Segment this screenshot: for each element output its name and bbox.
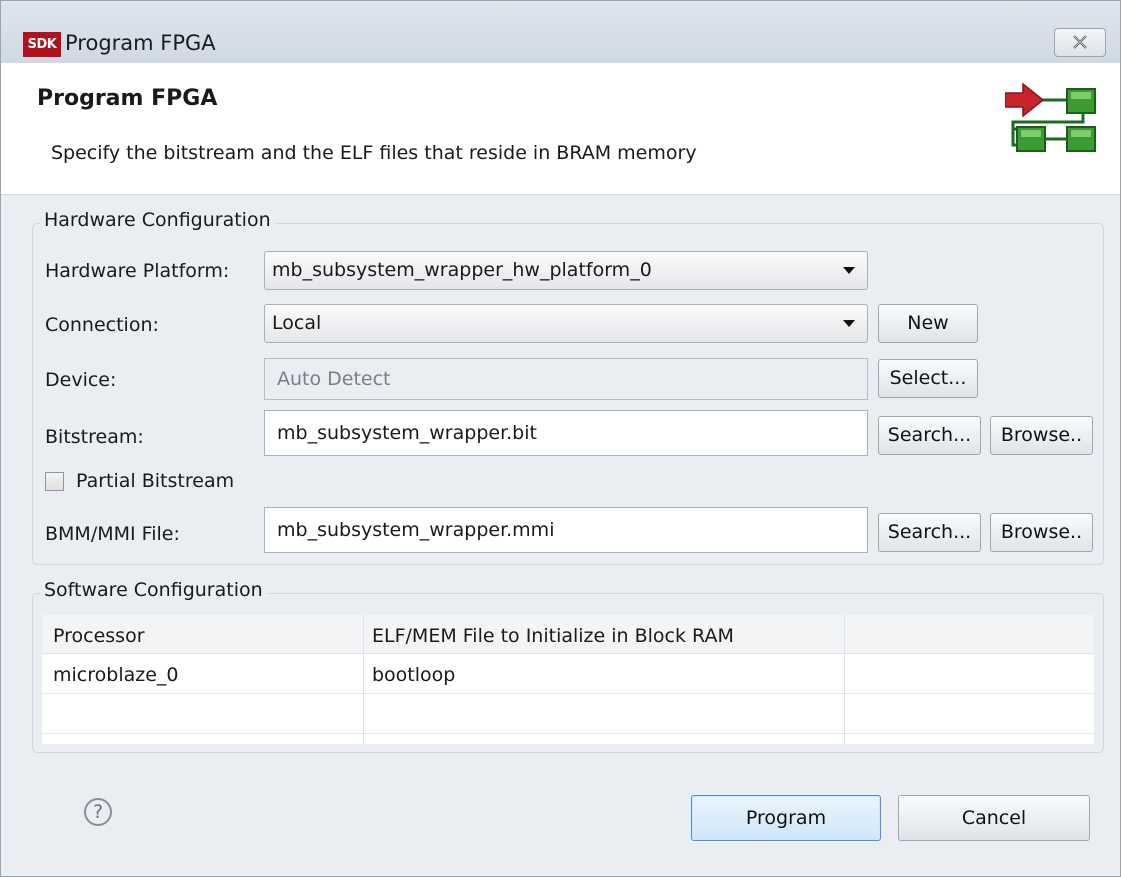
column-divider [844, 615, 845, 744]
chevron-down-icon [843, 267, 855, 274]
window-title: Program FPGA [65, 31, 216, 55]
processor-elf-table[interactable]: Processor ELF/MEM File to Initialize in … [42, 615, 1094, 744]
hardware-configuration-label: Hardware Configuration [40, 209, 275, 231]
sdk-app-icon: SDK [23, 32, 61, 57]
bitstream-label: Bitstream: [45, 426, 144, 448]
partial-bitstream-checkbox[interactable] [45, 472, 64, 491]
column-header-processor[interactable]: Processor [53, 625, 145, 647]
cancel-button[interactable]: Cancel [898, 795, 1090, 841]
column-divider [363, 615, 364, 744]
hardware-platform-dropdown[interactable]: mb_subsystem_wrapper_hw_platform_0 [264, 251, 868, 290]
dialog-header: Program FPGA Specify the bitstream and t… [1, 63, 1120, 195]
row-divider [42, 693, 1094, 694]
software-configuration-label: Software Configuration [40, 579, 267, 601]
close-icon [1072, 32, 1088, 54]
column-header-elf-file[interactable]: ELF/MEM File to Initialize in Block RAM [372, 625, 734, 647]
page-title: Program FPGA [37, 86, 218, 111]
close-button[interactable] [1054, 28, 1106, 57]
bitstream-search-button[interactable]: Search... [878, 416, 981, 455]
help-icon[interactable]: ? [84, 798, 112, 826]
bmm-search-button[interactable]: Search... [878, 513, 981, 552]
bmm-mmi-file-label: BMM/MMI File: [45, 523, 180, 545]
chevron-down-icon [843, 320, 855, 327]
connection-value: Local [272, 312, 322, 334]
partial-bitstream-label[interactable]: Partial Bitstream [76, 470, 234, 492]
row-divider [42, 733, 1094, 734]
page-description: Specify the bitstream and the ELF files … [51, 142, 697, 164]
program-fpga-banner-icon [1004, 79, 1105, 164]
bmm-mmi-file-input[interactable]: mb_subsystem_wrapper.mmi [264, 507, 868, 553]
hardware-platform-value: mb_subsystem_wrapper_hw_platform_0 [272, 259, 652, 281]
program-fpga-dialog: SDK Program FPGA Program FPGA Specify th… [0, 0, 1121, 877]
new-connection-button[interactable]: New [878, 304, 978, 343]
hardware-platform-label: Hardware Platform: [45, 260, 230, 282]
connection-label: Connection: [45, 314, 159, 336]
bitstream-input[interactable]: mb_subsystem_wrapper.bit [264, 410, 868, 456]
select-device-button[interactable]: Select... [878, 359, 978, 398]
bitstream-browse-button[interactable]: Browse.. [990, 416, 1093, 455]
table-row-processor-cell[interactable]: microblaze_0 [53, 664, 179, 686]
program-button[interactable]: Program [691, 795, 881, 841]
table-row-elf-cell[interactable]: bootloop [372, 664, 455, 686]
bmm-browse-button[interactable]: Browse.. [990, 513, 1093, 552]
device-field: Auto Detect [264, 358, 868, 400]
device-label: Device: [45, 369, 117, 391]
connection-dropdown[interactable]: Local [264, 304, 868, 343]
title-bar: SDK Program FPGA [1, 1, 1120, 63]
